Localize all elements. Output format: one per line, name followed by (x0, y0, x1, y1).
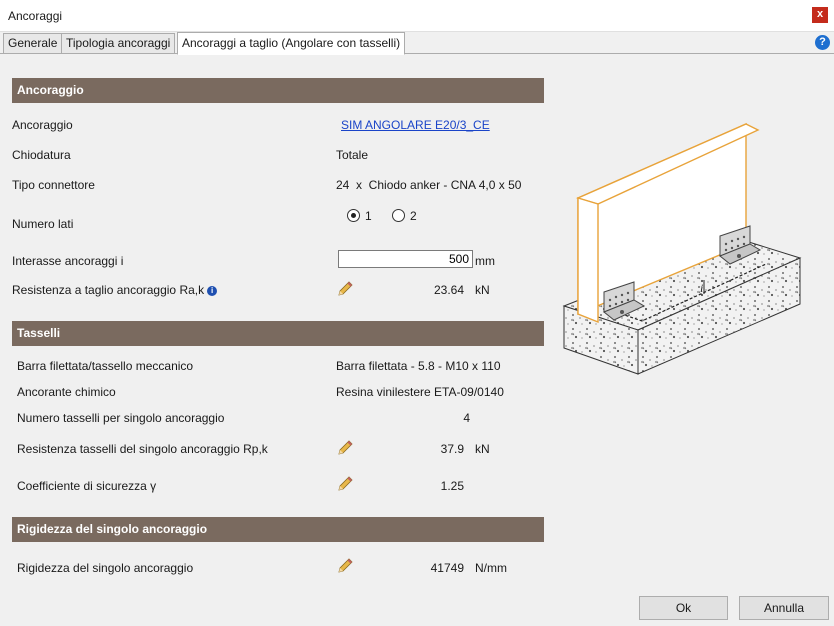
barra-label: Barra filettata/tassello meccanico (17, 359, 194, 373)
info-icon[interactable]: i (207, 286, 218, 296)
ancorante-label: Ancorante chimico (17, 385, 116, 399)
section-header-tasselli: Tasselli (12, 321, 544, 346)
tab-tipologia-ancoraggi[interactable]: Tipologia ancoraggi (61, 33, 176, 54)
rigidezza-label: Rigidezza del singolo ancoraggio (17, 561, 194, 575)
numero-lati-radio-1[interactable] (347, 209, 360, 222)
section-header-ancoraggio: Ancoraggio (12, 78, 544, 103)
resistenza-ancoraggio-value: 23.64 (433, 283, 464, 297)
chiodatura-label: Chiodatura (12, 148, 71, 162)
resistenza-ancoraggio-unit: kN (475, 283, 490, 297)
cancel-button[interactable]: Annulla (739, 596, 829, 620)
window-title: Ancoraggi (8, 9, 63, 23)
title-bar: Ancoraggi x (0, 0, 834, 32)
resistenza-ancoraggio-label-row: Resistenza a taglio ancoraggio Ra,k i (12, 283, 218, 297)
resistenza-ancoraggio-label: Resistenza a taglio ancoraggio Ra,k (12, 283, 205, 297)
resistenza-tasselli-label: Resistenza tasselli del singolo ancoragg… (17, 442, 268, 456)
ancorante-value: Resina vinilestere ETA-09/0140 (336, 385, 504, 399)
dimension-label: i (700, 281, 703, 295)
rigidezza-unit: N/mm (475, 561, 507, 575)
help-icon[interactable]: ? (815, 35, 830, 50)
numero-tasselli-label: Numero tasselli per singolo ancoraggio (17, 411, 225, 425)
tab-bar: Generale Tipologia ancoraggi Ancoraggi a… (0, 32, 834, 55)
interasse-unit: mm (475, 254, 495, 268)
barra-value: Barra filettata - 5.8 - M10 x 110 (336, 359, 501, 373)
chiodatura-value: Totale (336, 148, 369, 162)
resistenza-tasselli-value: 37.9 (440, 442, 464, 456)
tab-generale[interactable]: Generale (3, 33, 63, 54)
edit-resistenza-ancoraggio-pencil-icon[interactable] (336, 280, 354, 298)
coefficiente-sicurezza-label: Coefficiente di sicurezza γ (17, 479, 157, 493)
resistenza-tasselli-unit: kN (475, 442, 490, 456)
numero-tasselli-value: 4 (463, 411, 470, 425)
ok-button[interactable]: Ok (639, 596, 728, 620)
section-header-rigidezza: Rigidezza del singolo ancoraggio (12, 517, 544, 542)
rigidezza-value: 41749 (430, 561, 464, 575)
numero-lati-option-1: 1 (365, 209, 372, 223)
edit-resistenza-tasselli-pencil-icon[interactable] (336, 439, 354, 457)
ancoraggio-label: Ancoraggio (12, 118, 73, 132)
interasse-input[interactable] (338, 250, 473, 268)
coefficiente-sicurezza-value: 1.25 (440, 479, 464, 493)
numero-lati-label: Numero lati (12, 217, 74, 231)
close-button[interactable]: x (812, 7, 828, 23)
numero-lati-option-2: 2 (410, 209, 417, 223)
tipo-connettore-label: Tipo connettore (12, 178, 95, 192)
tipo-connettore-value: 24 x Chiodo anker - CNA 4,0 x 50 (336, 178, 522, 192)
anchorage-illustration: i (562, 122, 802, 375)
tab-ancoraggi-a-taglio[interactable]: Ancoraggi a taglio (Angolare con tassell… (177, 32, 406, 55)
numero-lati-radio-2[interactable] (392, 209, 405, 222)
interasse-label: Interasse ancoraggi i (12, 254, 124, 268)
edit-coefficiente-pencil-icon[interactable] (336, 475, 354, 493)
edit-rigidezza-pencil-icon[interactable] (336, 557, 354, 575)
ancoraggio-link[interactable]: SIM ANGOLARE E20/3_CE (341, 118, 490, 132)
